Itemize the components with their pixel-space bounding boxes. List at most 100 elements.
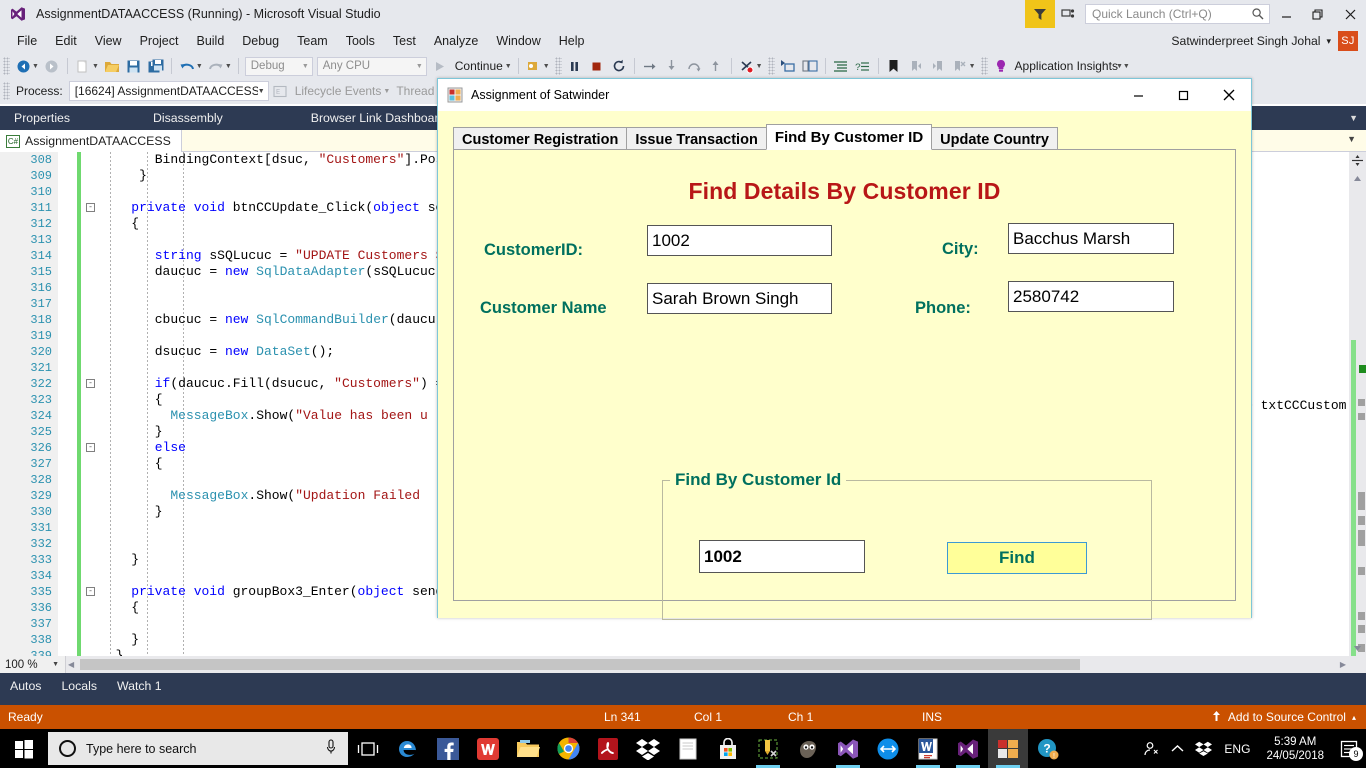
dropbox-icon[interactable]: [628, 729, 668, 768]
winform-dialog[interactable]: Assignment of Satwinder Customer Registr…: [437, 78, 1252, 620]
redo-icon[interactable]: [205, 55, 227, 77]
next-bookmark-icon[interactable]: [927, 55, 949, 77]
editor-split-handle[interactable]: [1349, 152, 1366, 169]
wps-writer-icon[interactable]: [468, 729, 508, 768]
input-phone[interactable]: 2580742: [1008, 281, 1174, 312]
fold-toggle-icon[interactable]: -: [86, 587, 95, 596]
show-next-statement-icon[interactable]: [639, 55, 661, 77]
attach-dropdown[interactable]: ▼: [543, 63, 550, 70]
visual-studio-code-icon[interactable]: [828, 729, 868, 768]
comment-icon[interactable]: [777, 55, 799, 77]
new-item-icon[interactable]: [72, 55, 94, 77]
fold-toggle-icon[interactable]: -: [86, 443, 95, 452]
solution-platform-combo[interactable]: Any CPU ▼: [316, 56, 427, 76]
menu-window[interactable]: Window: [487, 31, 549, 51]
tab-locals[interactable]: Locals: [51, 673, 107, 693]
account-area[interactable]: Satwinderpreet Singh Johal ▾ SJ: [1171, 28, 1366, 54]
thread-label[interactable]: Thread: [392, 84, 438, 98]
find-button[interactable]: Find: [947, 542, 1087, 574]
feedback-funnel-icon[interactable]: [1025, 0, 1055, 28]
document-tab-assignmentdataaccess[interactable]: C# AssignmentDATAACCESS: [0, 130, 182, 152]
document-tabs-overflow-icon[interactable]: ▼: [1347, 134, 1356, 144]
show-hidden-icons-icon[interactable]: [1164, 729, 1190, 768]
undo-dropdown[interactable]: ▼: [196, 63, 203, 70]
scroll-left-button[interactable]: ◀: [68, 660, 74, 669]
toolbar-grip-2[interactable]: [554, 57, 562, 75]
lifecycle-events-label[interactable]: Lifecycle Events: [291, 84, 386, 98]
clock[interactable]: 5:39 AM 24/05/2018: [1258, 735, 1332, 763]
menu-build[interactable]: Build: [187, 31, 233, 51]
dropbox-tray-icon[interactable]: [1190, 729, 1216, 768]
bookmarks-overflow[interactable]: ▼: [969, 63, 976, 70]
tool-tabs-overflow-icon[interactable]: ▼: [1349, 113, 1358, 123]
scroll-down-button[interactable]: [1349, 640, 1366, 656]
step-into-icon[interactable]: [661, 55, 683, 77]
toolbar-grip-3[interactable]: [767, 57, 775, 75]
gimp-icon[interactable]: [788, 729, 828, 768]
navigate-backward-dropdown[interactable]: ▼: [32, 63, 39, 70]
file-explorer-icon[interactable]: [508, 729, 548, 768]
tab-find-by-customer-id[interactable]: Find By Customer ID: [765, 124, 933, 150]
attach-to-process-icon[interactable]: [523, 55, 545, 77]
menu-test[interactable]: Test: [384, 31, 425, 51]
chevron-down-icon[interactable]: ▼: [296, 63, 309, 70]
tool-tab-properties[interactable]: Properties: [0, 107, 84, 129]
notepad-icon[interactable]: [668, 729, 708, 768]
tab-autos[interactable]: Autos: [0, 673, 51, 693]
comment-help-icon[interactable]: ?: [852, 55, 874, 77]
application-insights-dropdown[interactable]: ▼: [1116, 63, 1123, 70]
tab-issue-transaction[interactable]: Issue Transaction: [626, 127, 767, 150]
teamviewer-icon[interactable]: [868, 729, 908, 768]
notifications-icon[interactable]: [1055, 0, 1081, 28]
open-file-icon[interactable]: [101, 55, 123, 77]
previous-bookmark-icon[interactable]: [905, 55, 927, 77]
chevron-down-icon[interactable]: ▾: [1326, 36, 1331, 47]
avatar[interactable]: SJ: [1338, 31, 1358, 51]
redo-dropdown[interactable]: ▼: [225, 63, 232, 70]
save-icon[interactable]: [123, 55, 145, 77]
word-icon[interactable]: [908, 729, 948, 768]
windows-start-icon[interactable]: [0, 729, 48, 768]
tab-customer-registration[interactable]: Customer Registration: [453, 127, 628, 150]
continue-dropdown[interactable]: ▼: [505, 63, 512, 70]
quick-launch-input[interactable]: Quick Launch (Ctrl+Q): [1085, 4, 1270, 24]
input-customer-name[interactable]: Sarah Brown Singh: [647, 283, 832, 314]
dialog-maximize-button[interactable]: [1161, 79, 1206, 111]
application-insights-label[interactable]: Application Insights: [1012, 59, 1118, 73]
facebook-icon[interactable]: [428, 729, 468, 768]
adobe-reader-icon[interactable]: [588, 729, 628, 768]
fold-toggle-icon[interactable]: -: [86, 379, 95, 388]
undo-icon[interactable]: [176, 55, 198, 77]
snipping-tool-icon[interactable]: [748, 729, 788, 768]
chevron-up-icon[interactable]: ▴: [1352, 713, 1356, 722]
chevron-down-icon[interactable]: ▼: [258, 88, 265, 95]
process-toolbar-grip[interactable]: [3, 82, 10, 100]
editor-vertical-scrollbar[interactable]: [1349, 152, 1366, 768]
step-out-icon[interactable]: [705, 55, 727, 77]
menu-view[interactable]: View: [86, 31, 131, 51]
play-icon[interactable]: [429, 55, 451, 77]
action-center-icon[interactable]: 9: [1332, 729, 1366, 768]
menu-team[interactable]: Team: [288, 31, 337, 51]
tool-tab-disassembly[interactable]: Disassembly: [139, 107, 237, 129]
language-indicator[interactable]: ENG: [1216, 742, 1258, 756]
breakpoints-dropdown[interactable]: ▼: [756, 63, 763, 70]
input-customer-id[interactable]: 1002: [647, 225, 832, 256]
clear-bookmarks-icon[interactable]: [949, 55, 971, 77]
bookmark-icon[interactable]: [883, 55, 905, 77]
scroll-up-button[interactable]: [1349, 170, 1366, 186]
solution-configuration-combo[interactable]: Debug ▼: [244, 56, 313, 76]
menu-file[interactable]: File: [8, 31, 46, 51]
input-find-customer-id[interactable]: 1002: [699, 540, 865, 573]
horizontal-scroll-track[interactable]: ◀ ▶: [66, 656, 1366, 673]
uncomment-icon[interactable]: [799, 55, 821, 77]
toolbar-overflow-icon[interactable]: ▼: [1123, 63, 1130, 70]
application-insights-icon[interactable]: [990, 55, 1012, 77]
tool-tab-browser-link-dashboard[interactable]: Browser Link Dashboard: [297, 107, 460, 129]
process-combo[interactable]: [16624] AssignmentDATAACCESS. ▼: [68, 81, 269, 101]
increase-indent-icon[interactable]: [830, 55, 852, 77]
toolbar-grip-4[interactable]: [980, 57, 988, 75]
step-over-icon[interactable]: [683, 55, 705, 77]
winforms-app-taskbar-icon[interactable]: [988, 729, 1028, 768]
edge-icon[interactable]: [388, 729, 428, 768]
